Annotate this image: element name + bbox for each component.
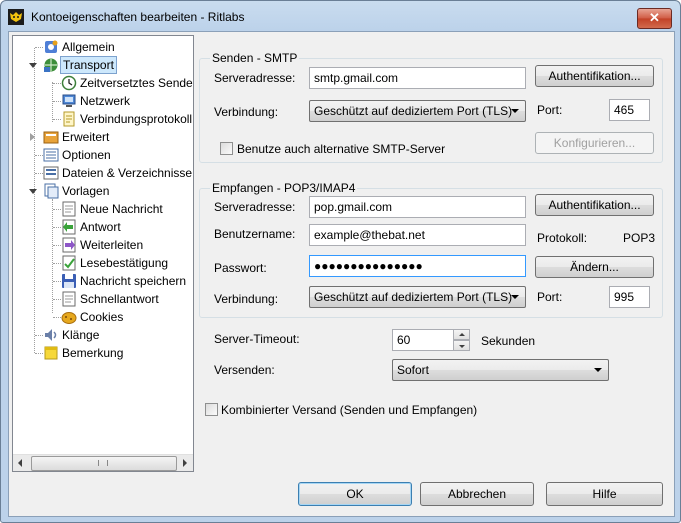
smtp-group-title: Senden - SMTP: [210, 51, 300, 65]
transport-network-icon: [44, 58, 58, 72]
receive-authentication-button[interactable]: Authentifikation...: [535, 194, 654, 216]
smtp-connection-select[interactable]: Geschützt auf dediziertem Port (TLS): [309, 100, 526, 122]
arrow-up-icon: [459, 333, 465, 336]
smtp-port-input[interactable]: 465: [609, 99, 650, 121]
smtp-authentication-button[interactable]: Authentifikation...: [535, 65, 654, 87]
timeout-spinner[interactable]: [453, 329, 470, 351]
grip-icon: [98, 460, 108, 466]
title-bar[interactable]: Kontoeigenschaften bearbeiten - Ritlabs …: [1, 1, 680, 31]
scrollbar-thumb[interactable]: [31, 456, 177, 471]
smtp-server-label: Serveradresse:: [214, 71, 296, 85]
tree-item-schnellantwort[interactable]: Schnellantwort: [13, 290, 191, 308]
scroll-right-icon[interactable]: [183, 459, 187, 467]
cookie-icon: [61, 312, 77, 324]
protocol-label: Protokoll:: [537, 231, 588, 245]
server-timeout-label: Server-Timeout:: [214, 332, 300, 346]
tree-item-allgemein[interactable]: Allgemein: [13, 38, 191, 56]
ok-button[interactable]: OK: [298, 482, 412, 506]
advanced-settings-icon: [43, 131, 59, 144]
window-title: Kontoeigenschaften bearbeiten - Ritlabs: [31, 10, 245, 24]
spin-down-button[interactable]: [453, 340, 470, 351]
receive-port-input[interactable]: 995: [609, 286, 650, 308]
configure-button[interactable]: Konfigurieren...: [535, 132, 654, 154]
send-mode-label: Versenden:: [214, 363, 275, 377]
options-list-icon: [43, 148, 59, 162]
dropdown-arrow-icon: [511, 109, 519, 113]
close-button[interactable]: ✕: [637, 8, 672, 29]
smtp-server-input[interactable]: smtp.gmail.com: [309, 67, 526, 89]
receive-connection-value: Geschützt auf dediziertem Port (TLS): [314, 290, 513, 304]
cancel-button[interactable]: Abbrechen: [420, 482, 534, 506]
smtp-port-label: Port:: [537, 103, 563, 117]
tree-item-klaenge[interactable]: Klänge: [13, 326, 191, 344]
spin-up-button[interactable]: [453, 329, 470, 340]
scroll-left-icon[interactable]: [18, 459, 22, 467]
tree-horizontal-scrollbar[interactable]: [13, 454, 193, 471]
settings-tree[interactable]: Allgemein Transport Zeitversetztes Sende…: [12, 35, 194, 472]
tree-item-verbindungsprotokoll[interactable]: Verbindungsprotokoll: [13, 110, 192, 128]
forward-icon: [62, 237, 76, 253]
tree-item-zeitversetztes-senden[interactable]: Zeitversetztes Senden: [13, 74, 193, 92]
clock-icon: [61, 75, 77, 91]
timeout-unit-label: Sekunden: [481, 334, 536, 348]
combined-send-checkbox[interactable]: [205, 403, 218, 416]
files-directories-icon: [43, 166, 59, 180]
tree-item-weiterleiten[interactable]: Weiterleiten: [13, 236, 191, 254]
username-input[interactable]: example@thebat.net: [309, 224, 526, 246]
tree-item-erweitert[interactable]: Erweitert: [13, 128, 191, 146]
tree-item-optionen[interactable]: Optionen: [13, 146, 191, 164]
tree-item-vorlagen[interactable]: Vorlagen: [13, 182, 191, 200]
tree-item-dateien-verzeichnisse[interactable]: Dateien & Verzeichnisse: [13, 164, 192, 182]
bat-app-icon: [8, 9, 24, 25]
tree-item-antwort[interactable]: Antwort: [13, 218, 191, 236]
username-label: Benutzername:: [214, 227, 296, 241]
send-mode-value: Sofort: [397, 363, 430, 377]
reply-icon: [62, 219, 76, 235]
expanded-arrow-icon[interactable]: [29, 189, 37, 194]
receive-connection-label: Verbindung:: [214, 292, 279, 306]
receive-port-label: Port:: [537, 290, 563, 304]
password-label: Passwort:: [214, 261, 267, 275]
dialog-window: Kontoeigenschaften bearbeiten - Ritlabs …: [0, 0, 681, 523]
dropdown-arrow-icon: [594, 368, 602, 372]
receive-server-input[interactable]: pop.gmail.com: [309, 196, 526, 218]
collapsed-arrow-icon[interactable]: [30, 133, 35, 141]
new-message-icon: [62, 201, 76, 217]
note-icon: [44, 346, 58, 360]
receive-connection-select[interactable]: Geschützt auf dediziertem Port (TLS): [309, 286, 526, 308]
alt-smtp-label: Benutze auch alternative SMTP-Server: [237, 142, 446, 156]
tree-item-neue-nachricht[interactable]: Neue Nachricht: [13, 200, 191, 218]
tree-item-transport[interactable]: Transport: [13, 56, 191, 74]
smtp-connection-value: Geschützt auf dediziertem Port (TLS): [314, 104, 513, 118]
smtp-connection-label: Verbindung:: [214, 105, 279, 119]
speaker-sound-icon: [45, 329, 57, 341]
dropdown-arrow-icon: [511, 295, 519, 299]
network-computer-icon: [62, 94, 76, 107]
tree-item-bemerkung[interactable]: Bemerkung: [13, 344, 191, 362]
receive-group-title: Empfangen - POP3/IMAP4: [210, 181, 358, 195]
tree-item-cookies[interactable]: Cookies: [13, 308, 191, 326]
tree-item-nachricht-speichern[interactable]: Nachricht speichern: [13, 272, 191, 290]
close-icon: ✕: [649, 10, 660, 25]
send-mode-select[interactable]: Sofort: [392, 359, 609, 381]
quick-reply-icon: [62, 291, 76, 307]
protocol-value: POP3: [623, 231, 656, 245]
alt-smtp-checkbox[interactable]: [220, 142, 233, 155]
read-receipt-icon: [62, 255, 76, 271]
save-disk-icon: [62, 274, 76, 288]
dialog-client-area: Allgemein Transport Zeitversetztes Sende…: [8, 31, 675, 517]
log-file-icon: [63, 111, 75, 127]
help-button[interactable]: Hilfe: [546, 482, 663, 506]
combined-send-label: Kombinierter Versand (Senden und Empfang…: [221, 403, 478, 417]
receive-server-label: Serveradresse:: [214, 200, 296, 214]
server-timeout-input[interactable]: 60: [392, 329, 454, 351]
password-input[interactable]: ●●●●●●●●●●●●●●●: [309, 255, 526, 277]
templates-icon: [44, 183, 59, 199]
tree-item-lesebestaetigung[interactable]: Lesebestätigung: [13, 254, 191, 272]
tree-item-netzwerk[interactable]: Netzwerk: [13, 92, 191, 110]
general-settings-icon: [45, 40, 58, 53]
expanded-arrow-icon[interactable]: [29, 63, 37, 68]
arrow-down-icon: [459, 345, 465, 348]
change-password-button[interactable]: Ändern...: [535, 256, 654, 278]
